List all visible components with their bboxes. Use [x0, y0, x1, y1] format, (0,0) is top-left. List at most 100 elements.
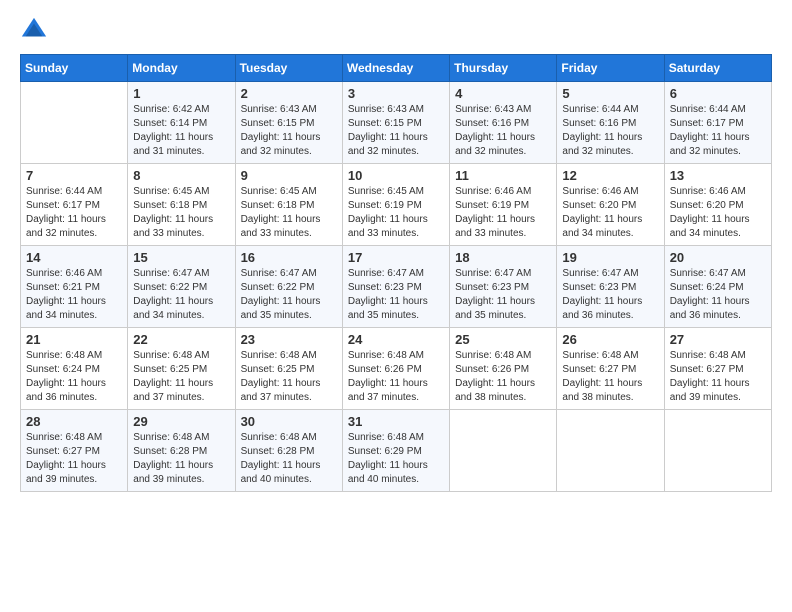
day-number: 20 [670, 250, 766, 265]
col-header-friday: Friday [557, 55, 664, 82]
day-number: 27 [670, 332, 766, 347]
calendar-cell: 21 Sunrise: 6:48 AMSunset: 6:24 PMDaylig… [21, 328, 128, 410]
day-info: Sunrise: 6:47 AMSunset: 6:22 PMDaylight:… [241, 268, 321, 321]
day-info: Sunrise: 6:46 AMSunset: 6:20 PMDaylight:… [562, 186, 642, 239]
calendar-cell: 23 Sunrise: 6:48 AMSunset: 6:25 PMDaylig… [235, 328, 342, 410]
calendar-cell: 9 Sunrise: 6:45 AMSunset: 6:18 PMDayligh… [235, 164, 342, 246]
calendar-cell [450, 410, 557, 492]
day-info: Sunrise: 6:44 AMSunset: 6:17 PMDaylight:… [670, 104, 750, 157]
day-info: Sunrise: 6:47 AMSunset: 6:23 PMDaylight:… [562, 268, 642, 321]
day-number: 3 [348, 86, 444, 101]
day-number: 5 [562, 86, 658, 101]
calendar-cell: 22 Sunrise: 6:48 AMSunset: 6:25 PMDaylig… [128, 328, 235, 410]
week-row-1: 1 Sunrise: 6:42 AMSunset: 6:14 PMDayligh… [21, 82, 772, 164]
calendar-cell: 20 Sunrise: 6:47 AMSunset: 6:24 PMDaylig… [664, 246, 771, 328]
week-row-2: 7 Sunrise: 6:44 AMSunset: 6:17 PMDayligh… [21, 164, 772, 246]
calendar-cell: 10 Sunrise: 6:45 AMSunset: 6:19 PMDaylig… [342, 164, 449, 246]
calendar-cell: 6 Sunrise: 6:44 AMSunset: 6:17 PMDayligh… [664, 82, 771, 164]
calendar-cell: 29 Sunrise: 6:48 AMSunset: 6:28 PMDaylig… [128, 410, 235, 492]
day-info: Sunrise: 6:48 AMSunset: 6:27 PMDaylight:… [26, 432, 106, 485]
calendar-cell: 24 Sunrise: 6:48 AMSunset: 6:26 PMDaylig… [342, 328, 449, 410]
day-number: 6 [670, 86, 766, 101]
calendar-cell: 5 Sunrise: 6:44 AMSunset: 6:16 PMDayligh… [557, 82, 664, 164]
day-info: Sunrise: 6:48 AMSunset: 6:26 PMDaylight:… [348, 350, 428, 403]
day-number: 4 [455, 86, 551, 101]
calendar-cell: 19 Sunrise: 6:47 AMSunset: 6:23 PMDaylig… [557, 246, 664, 328]
day-number: 1 [133, 86, 229, 101]
day-info: Sunrise: 6:46 AMSunset: 6:21 PMDaylight:… [26, 268, 106, 321]
col-header-thursday: Thursday [450, 55, 557, 82]
week-row-5: 28 Sunrise: 6:48 AMSunset: 6:27 PMDaylig… [21, 410, 772, 492]
day-info: Sunrise: 6:43 AMSunset: 6:15 PMDaylight:… [348, 104, 428, 157]
header-row: SundayMondayTuesdayWednesdayThursdayFrid… [21, 55, 772, 82]
day-number: 15 [133, 250, 229, 265]
day-info: Sunrise: 6:48 AMSunset: 6:27 PMDaylight:… [670, 350, 750, 403]
calendar-cell: 1 Sunrise: 6:42 AMSunset: 6:14 PMDayligh… [128, 82, 235, 164]
day-info: Sunrise: 6:46 AMSunset: 6:20 PMDaylight:… [670, 186, 750, 239]
day-info: Sunrise: 6:45 AMSunset: 6:19 PMDaylight:… [348, 186, 428, 239]
logo [20, 16, 52, 44]
calendar-cell: 13 Sunrise: 6:46 AMSunset: 6:20 PMDaylig… [664, 164, 771, 246]
day-number: 16 [241, 250, 337, 265]
week-row-3: 14 Sunrise: 6:46 AMSunset: 6:21 PMDaylig… [21, 246, 772, 328]
col-header-wednesday: Wednesday [342, 55, 449, 82]
day-number: 14 [26, 250, 122, 265]
calendar-cell: 8 Sunrise: 6:45 AMSunset: 6:18 PMDayligh… [128, 164, 235, 246]
calendar-cell: 28 Sunrise: 6:48 AMSunset: 6:27 PMDaylig… [21, 410, 128, 492]
day-number: 24 [348, 332, 444, 347]
day-number: 13 [670, 168, 766, 183]
day-info: Sunrise: 6:47 AMSunset: 6:23 PMDaylight:… [348, 268, 428, 321]
page-container: SundayMondayTuesdayWednesdayThursdayFrid… [0, 0, 792, 502]
day-info: Sunrise: 6:48 AMSunset: 6:24 PMDaylight:… [26, 350, 106, 403]
day-info: Sunrise: 6:47 AMSunset: 6:24 PMDaylight:… [670, 268, 750, 321]
calendar-cell: 14 Sunrise: 6:46 AMSunset: 6:21 PMDaylig… [21, 246, 128, 328]
calendar-cell: 12 Sunrise: 6:46 AMSunset: 6:20 PMDaylig… [557, 164, 664, 246]
calendar-cell: 26 Sunrise: 6:48 AMSunset: 6:27 PMDaylig… [557, 328, 664, 410]
day-number: 25 [455, 332, 551, 347]
col-header-sunday: Sunday [21, 55, 128, 82]
calendar-cell: 25 Sunrise: 6:48 AMSunset: 6:26 PMDaylig… [450, 328, 557, 410]
day-info: Sunrise: 6:48 AMSunset: 6:25 PMDaylight:… [241, 350, 321, 403]
day-info: Sunrise: 6:46 AMSunset: 6:19 PMDaylight:… [455, 186, 535, 239]
day-number: 31 [348, 414, 444, 429]
calendar-cell [664, 410, 771, 492]
day-info: Sunrise: 6:48 AMSunset: 6:29 PMDaylight:… [348, 432, 428, 485]
day-number: 7 [26, 168, 122, 183]
day-number: 29 [133, 414, 229, 429]
day-info: Sunrise: 6:48 AMSunset: 6:26 PMDaylight:… [455, 350, 535, 403]
day-info: Sunrise: 6:47 AMSunset: 6:23 PMDaylight:… [455, 268, 535, 321]
week-row-4: 21 Sunrise: 6:48 AMSunset: 6:24 PMDaylig… [21, 328, 772, 410]
day-number: 11 [455, 168, 551, 183]
calendar-cell: 7 Sunrise: 6:44 AMSunset: 6:17 PMDayligh… [21, 164, 128, 246]
calendar-cell: 2 Sunrise: 6:43 AMSunset: 6:15 PMDayligh… [235, 82, 342, 164]
day-number: 26 [562, 332, 658, 347]
day-info: Sunrise: 6:45 AMSunset: 6:18 PMDaylight:… [133, 186, 213, 239]
day-info: Sunrise: 6:48 AMSunset: 6:25 PMDaylight:… [133, 350, 213, 403]
day-number: 19 [562, 250, 658, 265]
calendar-cell [557, 410, 664, 492]
day-info: Sunrise: 6:48 AMSunset: 6:27 PMDaylight:… [562, 350, 642, 403]
logo-icon [20, 16, 48, 44]
calendar-cell: 11 Sunrise: 6:46 AMSunset: 6:19 PMDaylig… [450, 164, 557, 246]
day-number: 9 [241, 168, 337, 183]
col-header-monday: Monday [128, 55, 235, 82]
day-info: Sunrise: 6:43 AMSunset: 6:15 PMDaylight:… [241, 104, 321, 157]
day-number: 12 [562, 168, 658, 183]
day-number: 8 [133, 168, 229, 183]
day-number: 17 [348, 250, 444, 265]
calendar-cell: 17 Sunrise: 6:47 AMSunset: 6:23 PMDaylig… [342, 246, 449, 328]
calendar-cell: 15 Sunrise: 6:47 AMSunset: 6:22 PMDaylig… [128, 246, 235, 328]
calendar-table: SundayMondayTuesdayWednesdayThursdayFrid… [20, 54, 772, 492]
col-header-saturday: Saturday [664, 55, 771, 82]
calendar-cell: 31 Sunrise: 6:48 AMSunset: 6:29 PMDaylig… [342, 410, 449, 492]
calendar-cell: 4 Sunrise: 6:43 AMSunset: 6:16 PMDayligh… [450, 82, 557, 164]
day-number: 10 [348, 168, 444, 183]
day-info: Sunrise: 6:47 AMSunset: 6:22 PMDaylight:… [133, 268, 213, 321]
day-number: 2 [241, 86, 337, 101]
day-number: 30 [241, 414, 337, 429]
calendar-cell: 16 Sunrise: 6:47 AMSunset: 6:22 PMDaylig… [235, 246, 342, 328]
calendar-cell: 27 Sunrise: 6:48 AMSunset: 6:27 PMDaylig… [664, 328, 771, 410]
day-number: 22 [133, 332, 229, 347]
day-info: Sunrise: 6:42 AMSunset: 6:14 PMDaylight:… [133, 104, 213, 157]
day-info: Sunrise: 6:43 AMSunset: 6:16 PMDaylight:… [455, 104, 535, 157]
